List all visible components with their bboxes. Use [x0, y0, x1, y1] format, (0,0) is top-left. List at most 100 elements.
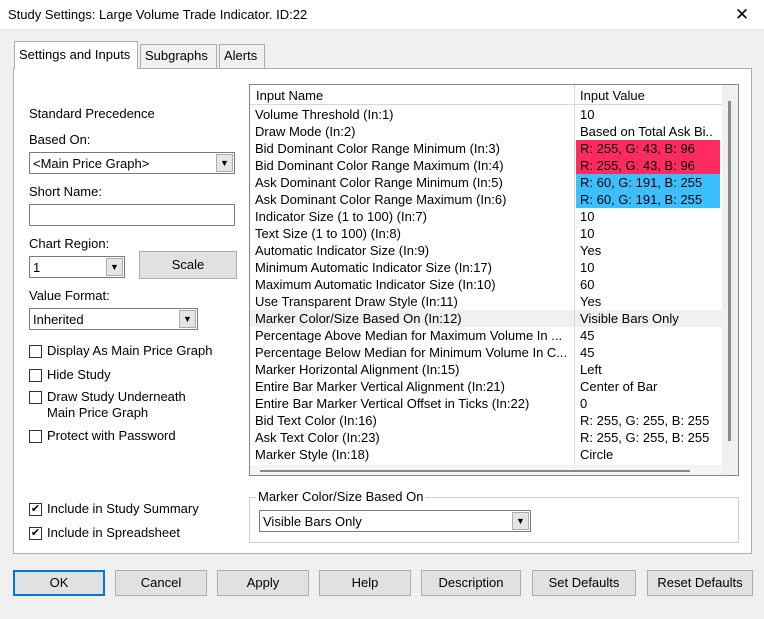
- based-on-dropdown[interactable]: <Main Price Graph> ▼: [29, 152, 235, 174]
- input-value-cell[interactable]: Left: [576, 361, 720, 378]
- value-format-dropdown[interactable]: Inherited ▼: [29, 308, 198, 330]
- input-value-cell[interactable]: 10: [576, 208, 720, 225]
- grid-row[interactable]: Marker Horizontal Alignment (In:15) Left: [250, 361, 722, 378]
- grid-row[interactable]: Automatic Indicator Size (In:9) Yes: [250, 242, 722, 259]
- grid-row[interactable]: Bid Text Color (In:16) R: 255, G: 255, B:…: [250, 412, 722, 429]
- grid-row[interactable]: Text Size (1 to 100) (In:8) 10: [250, 225, 722, 242]
- input-name-cell[interactable]: Use Transparent Draw Style (In:11): [255, 294, 573, 309]
- input-name-cell[interactable]: Entire Bar Marker Vertical Offset in Tic…: [255, 396, 573, 411]
- input-name-cell[interactable]: Ask Dominant Color Range Minimum (In:5): [255, 175, 573, 190]
- grid-row[interactable]: Bid Dominant Color Range Maximum (In:4) R…: [250, 157, 722, 174]
- checkbox-box[interactable]: [29, 391, 42, 404]
- grid-row[interactable]: Volume Threshold (In:1) 10: [250, 106, 722, 123]
- input-name-cell[interactable]: Entire Bar Marker Vertical Alignment (In…: [255, 379, 573, 394]
- input-value-cell[interactable]: Based on Total Ask Bi..: [576, 123, 720, 140]
- input-value-cell[interactable]: 45: [576, 344, 720, 361]
- horizontal-scrollbar[interactable]: [250, 465, 722, 475]
- input-name-cell[interactable]: Bid Dominant Color Range Minimum (In:3): [255, 141, 573, 156]
- help-button[interactable]: Help: [319, 570, 411, 596]
- input-value-cell[interactable]: R: 255, G: 255, B: 255: [576, 412, 720, 429]
- input-name-cell[interactable]: Indicator Size (1 to 100) (In:7): [255, 209, 573, 224]
- column-header-input-value[interactable]: Input Value: [580, 88, 645, 103]
- short-name-input[interactable]: [29, 204, 235, 226]
- check-icon[interactable]: ✔: [29, 527, 42, 540]
- include-in-spreadsheet-checkbox[interactable]: ✔ Include in Spreadsheet: [29, 525, 229, 543]
- grid-row[interactable]: Percentage Above Median for Maximum Volu…: [250, 327, 722, 344]
- input-value-cell[interactable]: 45: [576, 327, 720, 344]
- input-value-cell[interactable]: 10: [576, 259, 720, 276]
- input-name-cell[interactable]: Percentage Below Median for Minimum Volu…: [255, 345, 573, 360]
- checkbox-box[interactable]: [29, 369, 42, 382]
- description-button[interactable]: Description: [421, 570, 521, 596]
- input-name-cell[interactable]: Marker Color/Size Based On (In:12): [255, 311, 573, 326]
- grid-row[interactable]: Minimum Automatic Indicator Size (In:17)…: [250, 259, 722, 276]
- input-name-cell[interactable]: Bid Text Color (In:16): [255, 413, 573, 428]
- input-value-cell[interactable]: Yes: [576, 293, 720, 310]
- vertical-scrollbar[interactable]: [722, 85, 738, 475]
- marker-color-size-dropdown[interactable]: Visible Bars Only ▼: [259, 510, 531, 532]
- input-name-cell[interactable]: Ask Text Color (In:23): [255, 430, 573, 445]
- input-name-cell[interactable]: Percentage Above Median for Maximum Volu…: [255, 328, 573, 343]
- apply-button[interactable]: Apply: [217, 570, 309, 596]
- tab-alerts[interactable]: Alerts: [219, 44, 265, 68]
- input-value-cell[interactable]: Yes: [576, 242, 720, 259]
- grid-row[interactable]: Ask Text Color (In:23) R: 255, G: 255, B:…: [250, 429, 722, 446]
- grid-row[interactable]: Ask Dominant Color Range Maximum (In:6) R…: [250, 191, 722, 208]
- input-value-cell[interactable]: 0: [576, 395, 720, 412]
- hide-study-checkbox[interactable]: Hide Study: [29, 367, 229, 385]
- chevron-down-icon[interactable]: ▼: [179, 310, 196, 328]
- input-value-cell[interactable]: R: 255, G: 43, B: 96: [576, 140, 720, 157]
- include-in-study-summary-checkbox[interactable]: ✔ Include in Study Summary: [29, 501, 229, 519]
- input-value-cell[interactable]: 10: [576, 225, 720, 242]
- input-name-cell[interactable]: Ask Dominant Color Range Maximum (In:6): [255, 192, 573, 207]
- inputs-grid[interactable]: Input Name Input Value Volume Threshold …: [249, 84, 739, 476]
- grid-row[interactable]: Ask Dominant Color Range Minimum (In:5) R…: [250, 174, 722, 191]
- input-value-cell[interactable]: 10: [576, 106, 720, 123]
- input-value-cell[interactable]: R: 60, G: 191, B: 255: [576, 174, 720, 191]
- chart-region-dropdown[interactable]: 1 ▼: [29, 256, 125, 278]
- ok-button[interactable]: OK: [13, 570, 105, 596]
- input-value-cell[interactable]: R: 255, G: 255, B: 255: [576, 429, 720, 446]
- input-name-cell[interactable]: Draw Mode (In:2): [255, 124, 573, 139]
- input-value-cell[interactable]: 60: [576, 276, 720, 293]
- input-name-cell[interactable]: Automatic Indicator Size (In:9): [255, 243, 573, 258]
- tab-settings-and-inputs[interactable]: Settings and Inputs: [14, 41, 138, 69]
- grid-row[interactable]: Bid Dominant Color Range Minimum (In:3) R…: [250, 140, 722, 157]
- cancel-button[interactable]: Cancel: [115, 570, 207, 596]
- input-value-cell[interactable]: Circle: [576, 446, 720, 463]
- grid-row[interactable]: Entire Bar Marker Vertical Offset in Tic…: [250, 395, 722, 412]
- input-name-cell[interactable]: Bid Dominant Color Range Maximum (In:4): [255, 158, 573, 173]
- grid-row[interactable]: Entire Bar Marker Vertical Alignment (In…: [250, 378, 722, 395]
- input-value-cell[interactable]: R: 255, G: 43, B: 96: [576, 157, 720, 174]
- scale-button[interactable]: Scale: [139, 251, 237, 279]
- input-value-cell[interactable]: Center of Bar: [576, 378, 720, 395]
- input-name-cell[interactable]: Text Size (1 to 100) (In:8): [255, 226, 573, 241]
- grid-row[interactable]: Draw Mode (In:2) Based on Total Ask Bi..: [250, 123, 722, 140]
- input-name-cell[interactable]: Marker Horizontal Alignment (In:15): [255, 362, 573, 377]
- input-name-cell[interactable]: Minimum Automatic Indicator Size (In:17): [255, 260, 573, 275]
- column-header-input-name[interactable]: Input Name: [256, 88, 323, 103]
- tab-subgraphs[interactable]: Subgraphs: [140, 44, 217, 68]
- grid-row[interactable]: Marker Style (In:18) Circle: [250, 446, 722, 463]
- draw-study-underneath-checkbox[interactable]: Draw Study Underneath Main Price Graph: [29, 389, 229, 423]
- grid-row[interactable]: Maximum Automatic Indicator Size (In:10)…: [250, 276, 722, 293]
- grid-row[interactable]: Indicator Size (1 to 100) (In:7) 10: [250, 208, 722, 225]
- input-name-cell[interactable]: Volume Threshold (In:1): [255, 107, 573, 122]
- scrollbar-thumb[interactable]: [728, 101, 731, 441]
- display-as-main-price-graph-checkbox[interactable]: Display As Main Price Graph: [29, 343, 229, 361]
- input-name-cell[interactable]: Marker Style (In:18): [255, 447, 573, 462]
- protect-with-password-checkbox[interactable]: Protect with Password: [29, 428, 229, 446]
- grid-row[interactable]: Marker Color/Size Based On (In:12) Visibl…: [250, 310, 722, 327]
- grid-row[interactable]: Percentage Below Median for Minimum Volu…: [250, 344, 722, 361]
- close-icon[interactable]: ✕: [720, 0, 764, 30]
- chevron-down-icon[interactable]: ▼: [512, 512, 529, 530]
- input-value-cell[interactable]: Visible Bars Only: [576, 310, 720, 327]
- chevron-down-icon[interactable]: ▼: [216, 154, 233, 172]
- chevron-down-icon[interactable]: ▼: [106, 258, 123, 276]
- grid-row[interactable]: Use Transparent Draw Style (In:11) Yes: [250, 293, 722, 310]
- check-icon[interactable]: ✔: [29, 503, 42, 516]
- checkbox-box[interactable]: [29, 430, 42, 443]
- reset-defaults-button[interactable]: Reset Defaults: [647, 570, 753, 596]
- input-value-cell[interactable]: R: 60, G: 191, B: 255: [576, 191, 720, 208]
- checkbox-box[interactable]: [29, 345, 42, 358]
